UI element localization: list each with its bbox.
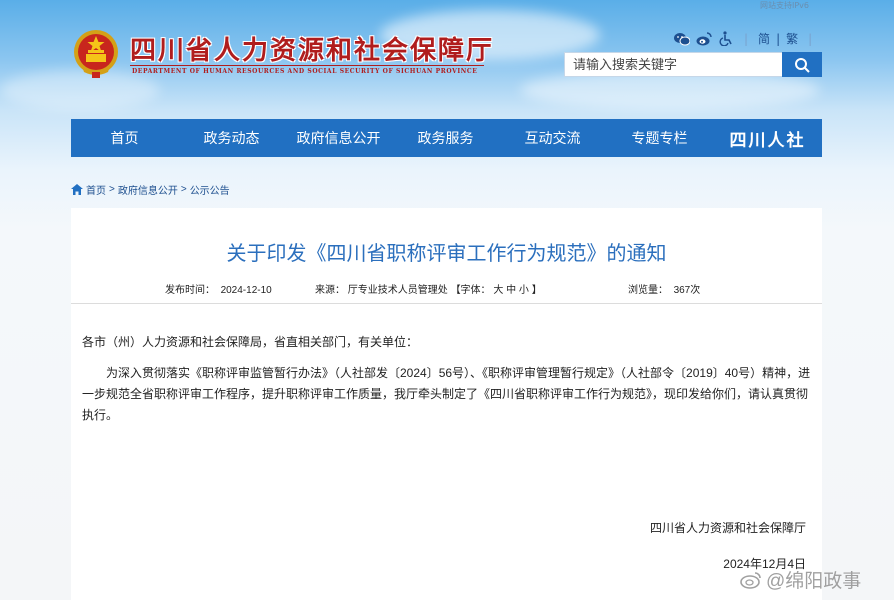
nav-item-gov-info[interactable]: 政府信息公开 [285,128,392,148]
weibo-icon[interactable] [696,31,712,47]
ipv6-notice: 网站支持IPv6 [760,1,810,10]
watermark: @绵阳政事 [740,566,861,593]
traditional-chinese-link[interactable]: 繁 [786,30,798,47]
site-subtitle: DEPARTMENT OF HUMAN RESOURCES AND SOCIAL… [132,68,478,75]
site-title: 四川省人力资源和社会保障厅 [130,36,495,66]
body-paragraph: 为深入贯彻落实《职称评审监管暂行办法》（人社部发〔2024〕56号）、《职称评审… [82,366,811,422]
breadcrumb-announcements[interactable]: 公示公告 [190,182,230,197]
article-card: 关于印发《四川省职称评审工作行为规范》的通知 发布时间： 2024-12-10 … [71,208,822,600]
home-icon [71,184,83,195]
publish-label: 发布时间： [165,285,215,296]
lang-divider: | [776,31,781,46]
article-body: 各市（州）人力资源和社会保障局，省直相关部门，有关单位： 为深入贯彻落实《职称评… [82,332,812,426]
simplified-chinese-link[interactable]: 简 [758,30,770,47]
national-emblem-icon [72,28,120,80]
wechat-icon[interactable] [674,31,690,47]
nav-item-special[interactable]: 专题专栏 [606,128,713,148]
header-tools: | 简 | 繁 | [674,30,816,47]
search-icon [795,57,810,73]
weibo-icon [740,571,761,589]
source-value: 厅专业技术人员管理处 [347,285,448,296]
sichuan-hr-logo[interactable]: 四川人社 [713,126,822,151]
source-info: 来源： 厅专业技术人员管理处 【字体： 大 中 小 】 [315,281,542,296]
nav-item-services[interactable]: 政务服务 [392,128,499,148]
search-input[interactable] [564,52,782,77]
article-title: 关于印发《四川省职称评审工作行为规范》的通知 [226,243,667,265]
font-large-button[interactable]: 大 [493,285,503,296]
signature: 四川省人力资源和社会保障厅 [649,521,806,535]
breadcrumb-separator: > [109,184,115,195]
breadcrumb-home[interactable]: 首页 [86,182,106,197]
search-button[interactable] [782,52,822,77]
salutation: 各市（州）人力资源和社会保障局，省直相关部门，有关单位： [82,335,419,349]
font-small-button[interactable]: 小 [519,285,529,296]
main-nav: 首页 政务动态 政府信息公开 政务服务 互动交流 专题专栏 四川人社 [71,119,822,157]
tools-divider: | [744,31,749,46]
nav-item-news[interactable]: 政务动态 [178,128,285,148]
accessibility-icon[interactable] [718,31,734,47]
font-end: 】 [531,285,542,296]
title-divider [130,65,484,66]
font-label: 【字体： [450,285,491,296]
watermark-text: @绵阳政事 [766,571,862,592]
view-count: 浏览量： 367次 [628,281,700,296]
nav-item-home[interactable]: 首页 [71,128,178,148]
nav-item-interaction[interactable]: 互动交流 [499,128,606,148]
views-label: 浏览量： [628,285,668,296]
search-box [564,52,822,77]
views-value: 367次 [673,285,701,296]
publish-date: 2024-12-10 [220,285,272,296]
breadcrumb-gov-info[interactable]: 政府信息公开 [118,182,178,197]
source-label: 来源： [315,285,345,296]
meta-divider [71,303,822,304]
tools-divider: | [808,31,813,46]
breadcrumb: 首页 > 政府信息公开 > 公示公告 [71,182,230,197]
publish-time: 发布时间： 2024-12-10 [165,281,272,296]
breadcrumb-separator: > [180,184,187,195]
font-medium-button[interactable]: 中 [506,285,516,296]
